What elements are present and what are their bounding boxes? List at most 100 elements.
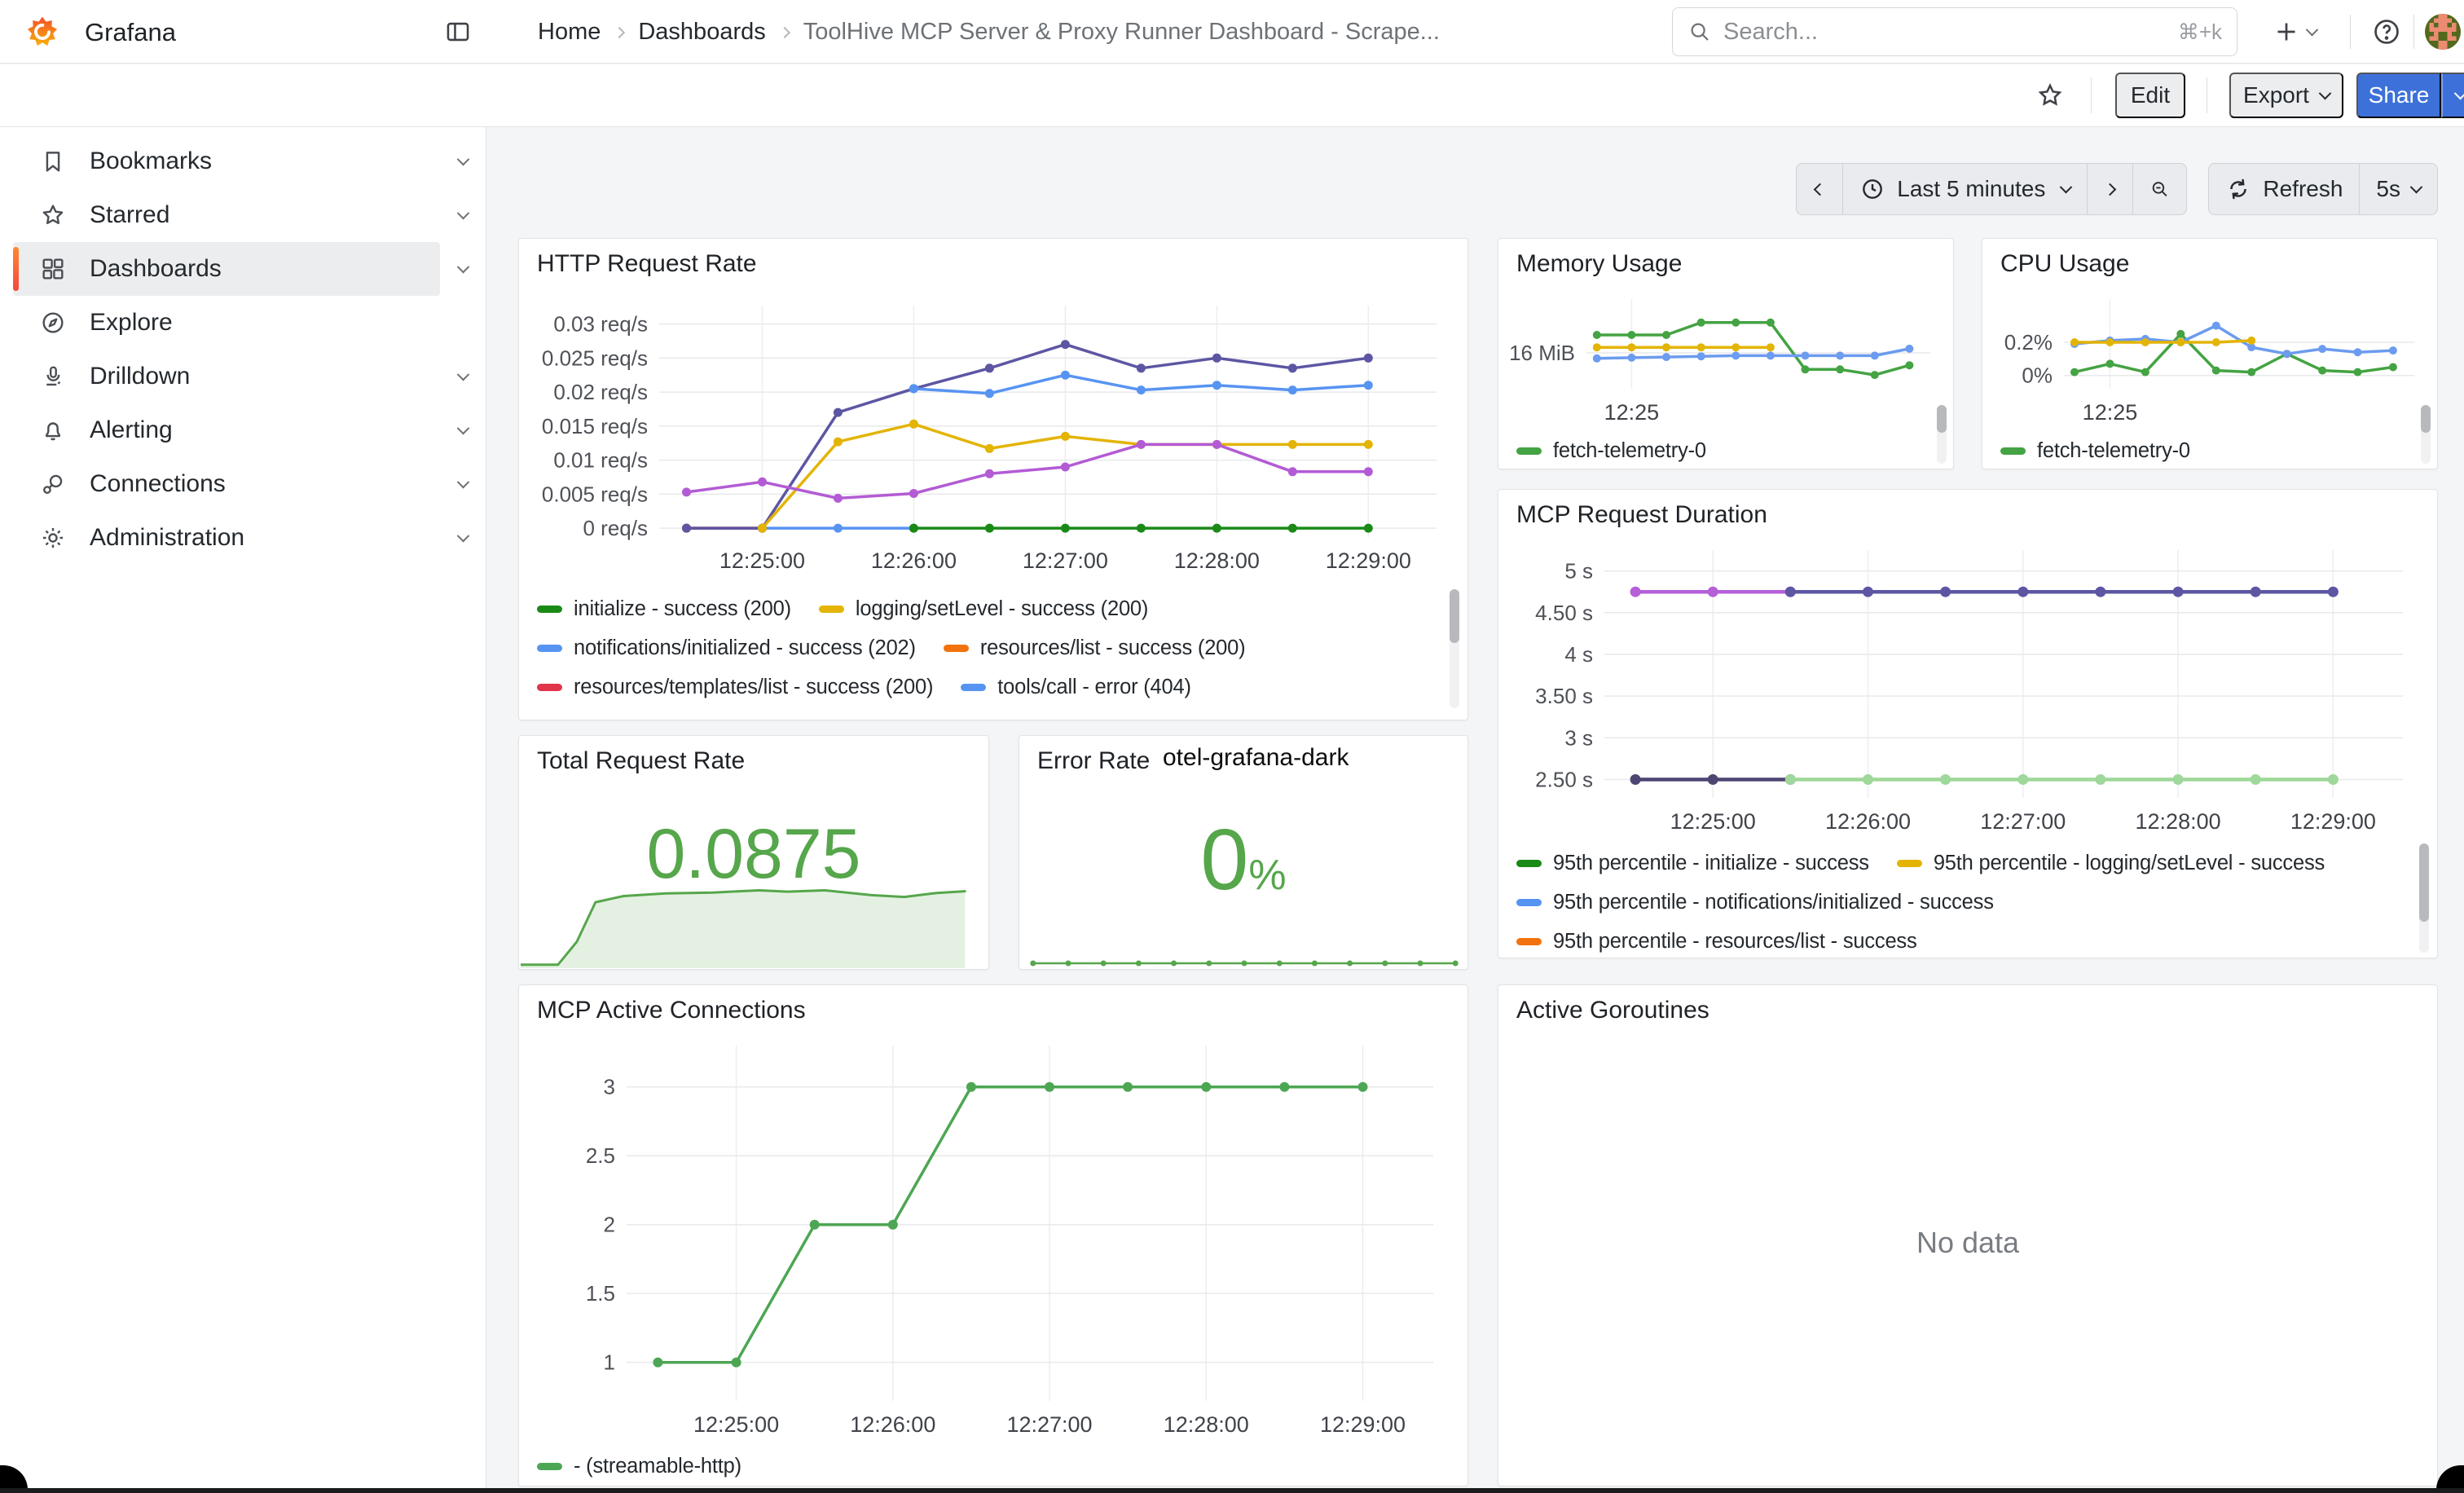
refresh-label: Refresh bbox=[2263, 176, 2343, 202]
legend-label: resources/list - success (200) bbox=[980, 636, 1246, 660]
export-button[interactable]: Export bbox=[2229, 73, 2343, 118]
svg-text:12:26:00: 12:26:00 bbox=[850, 1412, 935, 1437]
legend-item[interactable]: 95th percentile - logging/setLevel - suc… bbox=[1897, 852, 2325, 875]
svg-text:12:27:00: 12:27:00 bbox=[1006, 1412, 1092, 1437]
http-request-rate-chart[interactable]: 12:25:0012:26:0012:27:0012:28:0012:29:00… bbox=[530, 291, 1456, 578]
refresh-group: Refresh 5s bbox=[2208, 163, 2438, 215]
svg-text:3.50 s: 3.50 s bbox=[1535, 684, 1593, 708]
legend-item[interactable]: notifications/initialized - success (202… bbox=[537, 636, 916, 660]
memory-usage-chart[interactable]: 12:2516 MiB bbox=[1505, 286, 1943, 423]
edit-button[interactable]: Edit bbox=[2115, 73, 2185, 118]
sidebar-item-bookmarks[interactable]: Bookmarks bbox=[13, 134, 440, 188]
dock-edge-strip bbox=[0, 1488, 2464, 1493]
help-button[interactable] bbox=[2371, 11, 2402, 52]
add-button[interactable] bbox=[2272, 11, 2317, 52]
sidebar-item-connections[interactable]: Connections bbox=[13, 457, 440, 511]
sidebar-item-explore[interactable]: Explore bbox=[13, 296, 440, 350]
sidebar-item-starred[interactable]: Starred bbox=[13, 188, 440, 242]
clock-icon bbox=[1859, 176, 1885, 202]
sidebar-item-administration[interactable]: Administration bbox=[13, 511, 440, 565]
panel-title[interactable]: MCP Active Connections bbox=[537, 997, 806, 1024]
search-input[interactable] bbox=[1723, 19, 2167, 46]
legend-label: resources/templates/list - success (200) bbox=[574, 676, 933, 699]
legend-item[interactable]: 95th percentile - notifications/initiali… bbox=[1516, 891, 1994, 914]
legend-label: tools/call - error (404) bbox=[997, 676, 1191, 699]
legend-item[interactable]: initialize - success (200) bbox=[537, 597, 791, 621]
legend-item[interactable]: resources/list - success (200) bbox=[944, 636, 1246, 660]
legend-scrollbar-thumb[interactable] bbox=[1937, 405, 1947, 433]
refresh-button[interactable]: Refresh bbox=[2209, 164, 2359, 214]
panel-title[interactable]: Total Request Rate bbox=[537, 747, 745, 775]
chevron-down-icon[interactable] bbox=[457, 529, 470, 542]
legend-item[interactable]: fetch-telemetry-0 bbox=[1516, 439, 1706, 463]
chevron-down-icon[interactable] bbox=[457, 475, 470, 488]
panel-title[interactable]: HTTP Request Rate bbox=[537, 250, 757, 278]
panel-memory-usage: Memory Usage 12:2516 MiB fetch-telemetry… bbox=[1498, 238, 1954, 469]
zoom-out-icon bbox=[2149, 176, 2170, 202]
mcp-active-connections-chart[interactable]: 12:25:0012:26:0012:27:0012:28:0012:29:00… bbox=[529, 1029, 1454, 1443]
mcp-request-duration-chart[interactable]: 12:25:0012:26:0012:27:0012:28:0012:29:00… bbox=[1508, 537, 2424, 839]
sidebar-item-drilldown[interactable]: Drilldown bbox=[13, 350, 440, 403]
panel-title[interactable]: Memory Usage bbox=[1516, 250, 1682, 278]
panel-title[interactable]: Active Goroutines bbox=[1516, 997, 1709, 1024]
legend-item[interactable]: 95th percentile - resources/list - succe… bbox=[1516, 930, 1917, 953]
error-rate-sparkline[interactable] bbox=[1021, 931, 1467, 968]
time-shift-forward-button[interactable] bbox=[2087, 164, 2132, 214]
brand-name[interactable]: Grafana bbox=[85, 18, 176, 47]
share-dropdown-button[interactable] bbox=[2441, 73, 2464, 118]
refresh-icon bbox=[2225, 176, 2251, 202]
time-shift-back-button[interactable] bbox=[1797, 164, 1842, 214]
sidebar-collapse-icon[interactable] bbox=[444, 18, 472, 46]
legend-scrollbar-thumb[interactable] bbox=[2421, 405, 2431, 433]
legend-item[interactable]: fetch-telemetry-0 bbox=[2000, 439, 2190, 463]
refresh-interval-label: 5s bbox=[2376, 176, 2400, 202]
panel-title[interactable]: Error Rate bbox=[1037, 747, 1150, 775]
legend-item[interactable]: - (streamable-http) bbox=[537, 1455, 741, 1478]
legend-swatch bbox=[537, 1463, 562, 1470]
svg-text:0.005 req/s: 0.005 req/s bbox=[542, 482, 648, 506]
legend-scrollbar-thumb[interactable] bbox=[2419, 843, 2429, 922]
sidebar-item-dashboards[interactable]: Dashboards bbox=[13, 242, 440, 296]
zoom-out-button[interactable] bbox=[2132, 164, 2186, 214]
svg-text:0 req/s: 0 req/s bbox=[583, 516, 649, 540]
legend-item[interactable]: 95th percentile - initialize - success bbox=[1516, 852, 1869, 875]
legend-scrollbar-thumb[interactable] bbox=[1450, 589, 1459, 643]
svg-text:12:26:00: 12:26:00 bbox=[1825, 809, 1911, 834]
sidebar-item-alerting[interactable]: Alerting bbox=[13, 403, 440, 457]
http-legend: initialize - success (200) logging/setLev… bbox=[537, 589, 1430, 713]
legend-label: initialize - success (200) bbox=[574, 597, 791, 621]
share-button[interactable]: Share bbox=[2356, 73, 2441, 118]
refresh-interval-picker[interactable]: 5s bbox=[2359, 164, 2437, 214]
legend-swatch bbox=[944, 645, 969, 652]
search-box[interactable]: ⌘+k bbox=[1672, 7, 2237, 56]
time-range-picker[interactable]: Last 5 minutes bbox=[1842, 164, 2087, 214]
chevron-down-icon[interactable] bbox=[457, 206, 470, 219]
cpu-usage-chart[interactable]: 12:250.2%0% bbox=[1989, 286, 2427, 423]
breadcrumb-home[interactable]: Home bbox=[538, 19, 601, 46]
chevron-down-icon bbox=[2319, 86, 2332, 99]
user-avatar[interactable] bbox=[2425, 14, 2461, 50]
drilldown-icon bbox=[39, 363, 67, 390]
svg-text:1: 1 bbox=[604, 1350, 615, 1375]
sidebar-item-label: Drilldown bbox=[90, 363, 190, 390]
chevron-down-icon[interactable] bbox=[457, 152, 470, 165]
panel-mcp-request-duration: MCP Request Duration 12:25:0012:26:0012:… bbox=[1498, 489, 2438, 958]
legend-swatch bbox=[537, 645, 562, 652]
favorite-star-icon[interactable] bbox=[2035, 81, 2065, 110]
legend-swatch bbox=[961, 684, 986, 691]
svg-text:3 s: 3 s bbox=[1564, 725, 1593, 750]
legend-swatch bbox=[1516, 938, 1542, 945]
legend-item[interactable]: resources/templates/list - success (200) bbox=[537, 676, 933, 699]
panel-title[interactable]: MCP Request Duration bbox=[1516, 501, 1767, 529]
chevron-down-icon[interactable] bbox=[457, 260, 470, 273]
legend-item[interactable]: tools/call - error (404) bbox=[961, 676, 1191, 699]
grafana-logo-icon[interactable] bbox=[24, 14, 60, 50]
chevron-down-icon[interactable] bbox=[457, 421, 470, 434]
sidebar-item-label: Connections bbox=[90, 470, 226, 498]
svg-text:12:29:00: 12:29:00 bbox=[2290, 809, 2376, 834]
no-data-message: No data bbox=[1498, 1226, 2437, 1260]
legend-item[interactable]: logging/setLevel - success (200) bbox=[819, 597, 1148, 621]
chevron-down-icon[interactable] bbox=[457, 368, 470, 381]
breadcrumb-dashboards[interactable]: Dashboards bbox=[638, 19, 765, 46]
panel-title[interactable]: CPU Usage bbox=[2000, 250, 2129, 278]
